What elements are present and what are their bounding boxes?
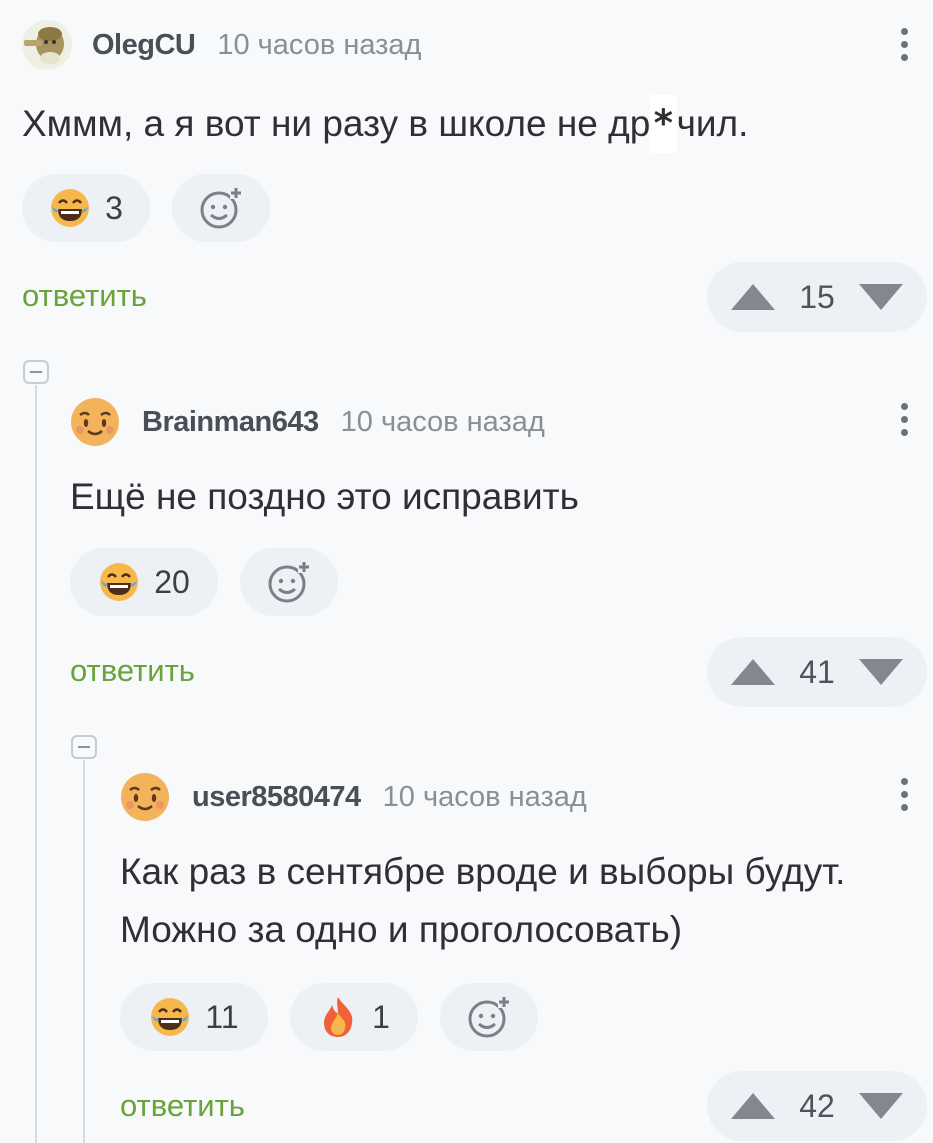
reaction-fire[interactable]: 1 bbox=[290, 983, 418, 1051]
comment-time: 10 часов назад bbox=[382, 780, 587, 813]
vote-control: 15 bbox=[707, 262, 927, 332]
comment-text-line: Как раз в сентябре вроде и выборы будут. bbox=[120, 851, 846, 892]
comment-time: 10 часов назад bbox=[340, 405, 545, 438]
comment-text: Ещё не поздно это исправить bbox=[70, 476, 579, 517]
censor-mark: * bbox=[650, 95, 677, 153]
upvote-icon[interactable] bbox=[731, 1093, 775, 1119]
collapse-thread-button[interactable] bbox=[23, 360, 49, 384]
avatar[interactable] bbox=[70, 397, 120, 447]
author-name[interactable]: OlegCU bbox=[92, 29, 196, 62]
comment-text-line: Можно за одно и проголосовать) bbox=[120, 909, 683, 950]
vote-count: 41 bbox=[799, 653, 835, 690]
fire-emoji-icon bbox=[324, 997, 353, 1037]
reactions-bar: 20 bbox=[70, 548, 338, 616]
thread-line-level-1 bbox=[35, 385, 37, 1143]
downvote-icon[interactable] bbox=[859, 284, 903, 310]
add-emoji-icon bbox=[200, 187, 242, 229]
add-reaction-button[interactable] bbox=[172, 174, 270, 242]
laughing-emoji-icon bbox=[51, 189, 90, 227]
reaction-count: 1 bbox=[372, 998, 390, 1035]
reaction-laughing[interactable]: 20 bbox=[70, 548, 218, 616]
reaction-count: 20 bbox=[154, 563, 190, 600]
reply-link[interactable]: ответить bbox=[120, 1088, 245, 1124]
vote-control: 41 bbox=[707, 637, 927, 707]
upvote-icon[interactable] bbox=[731, 659, 775, 685]
comment-time: 10 часов назад bbox=[217, 28, 422, 61]
reply-link[interactable]: ответить bbox=[70, 653, 195, 689]
upvote-icon[interactable] bbox=[731, 284, 775, 310]
vote-control: 42 bbox=[707, 1071, 927, 1141]
add-reaction-button[interactable] bbox=[240, 548, 338, 616]
laughing-emoji-icon bbox=[151, 998, 190, 1036]
more-options-icon[interactable] bbox=[897, 778, 911, 811]
avatar[interactable] bbox=[22, 20, 72, 70]
comment-text: Как раз в сентябре вроде и выборы будут.… bbox=[120, 843, 923, 959]
add-reaction-button[interactable] bbox=[440, 983, 538, 1051]
thread-line-level-2 bbox=[83, 760, 85, 1143]
author-name[interactable]: user8580474 bbox=[192, 781, 361, 814]
reply-link[interactable]: ответить bbox=[22, 278, 147, 314]
reaction-laughing[interactable]: 3 bbox=[22, 174, 150, 242]
comment-header: Brainman643 10 часов назад bbox=[70, 397, 545, 447]
comment-header: user8580474 10 часов назад bbox=[120, 772, 587, 822]
downvote-icon[interactable] bbox=[859, 659, 903, 685]
comment-text-part: Хммм, а я вот ни разу в школе не др bbox=[22, 103, 651, 144]
author-name[interactable]: Brainman643 bbox=[142, 406, 319, 439]
add-emoji-icon bbox=[268, 561, 310, 603]
more-options-icon[interactable] bbox=[897, 403, 911, 436]
reaction-count: 3 bbox=[105, 189, 123, 226]
more-options-icon[interactable] bbox=[897, 28, 911, 61]
vote-count: 15 bbox=[799, 278, 835, 315]
comment-text: Хммм, а я вот ни разу в школе не др*чил. bbox=[22, 95, 748, 153]
downvote-icon[interactable] bbox=[859, 1093, 903, 1119]
vote-count: 42 bbox=[799, 1087, 835, 1124]
reaction-count: 11 bbox=[205, 998, 239, 1035]
comment-text-part: чил. bbox=[676, 103, 749, 144]
collapse-thread-button[interactable] bbox=[71, 735, 97, 759]
avatar[interactable] bbox=[120, 772, 170, 822]
reaction-laughing[interactable]: 11 bbox=[120, 983, 268, 1051]
comment-header: OlegCU 10 часов назад bbox=[22, 20, 421, 70]
laughing-emoji-icon bbox=[100, 563, 139, 601]
reactions-bar: 11 1 bbox=[120, 983, 538, 1051]
reactions-bar: 3 bbox=[22, 174, 270, 242]
add-emoji-icon bbox=[468, 996, 510, 1038]
